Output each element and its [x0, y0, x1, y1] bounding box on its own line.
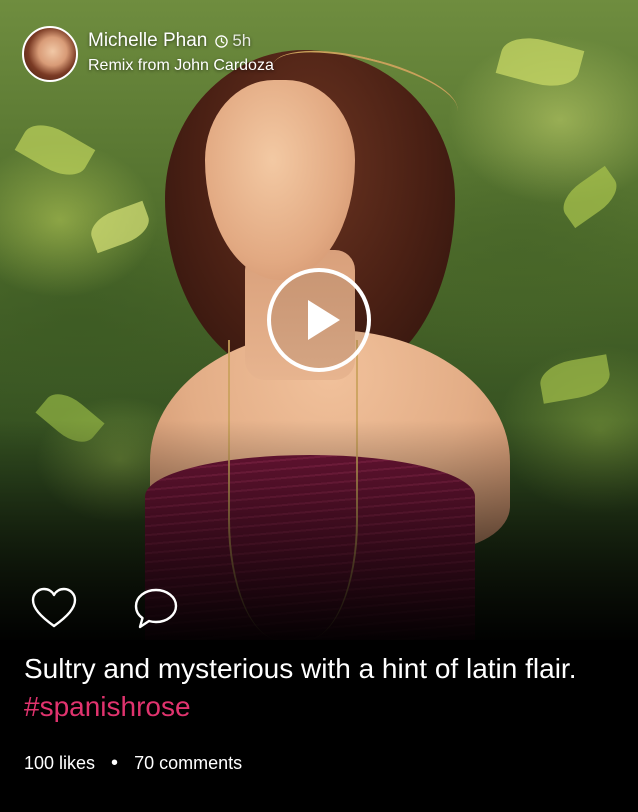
author-name[interactable]: Michelle Phan — [88, 29, 207, 53]
leaf-decoration — [555, 165, 625, 229]
play-icon — [308, 300, 340, 340]
post-card: Michelle Phan 5h Remix from John Cardoza… — [0, 0, 638, 812]
name-row: Michelle Phan 5h — [88, 29, 274, 53]
leaf-decoration — [495, 30, 585, 94]
likes-count[interactable]: 100 likes — [24, 753, 95, 774]
avatar[interactable] — [22, 26, 78, 82]
leaf-decoration — [14, 115, 96, 185]
comments-count[interactable]: 70 comments — [134, 753, 242, 774]
post-actions — [30, 586, 180, 630]
post-header: Michelle Phan 5h Remix from John Cardoza — [22, 26, 274, 82]
post-stats: 100 likes • 70 comments — [24, 752, 242, 775]
stats-separator: • — [111, 752, 119, 774]
caption-text: Sultry and mysterious with a hint of lat… — [24, 653, 577, 684]
post-caption: Sultry and mysterious with a hint of lat… — [24, 650, 614, 726]
comment-icon[interactable] — [132, 586, 180, 630]
play-button[interactable] — [267, 268, 371, 372]
header-text: Michelle Phan 5h Remix from John Cardoza — [88, 26, 274, 77]
leaf-decoration — [85, 200, 155, 254]
post-time: 5h — [232, 31, 252, 50]
hashtag-link[interactable]: #spanishrose — [24, 691, 191, 722]
clock-icon — [215, 34, 229, 48]
heart-icon[interactable] — [30, 586, 78, 630]
leaf-decoration — [537, 354, 613, 404]
remix-label[interactable]: Remix from John Cardoza — [88, 55, 274, 77]
